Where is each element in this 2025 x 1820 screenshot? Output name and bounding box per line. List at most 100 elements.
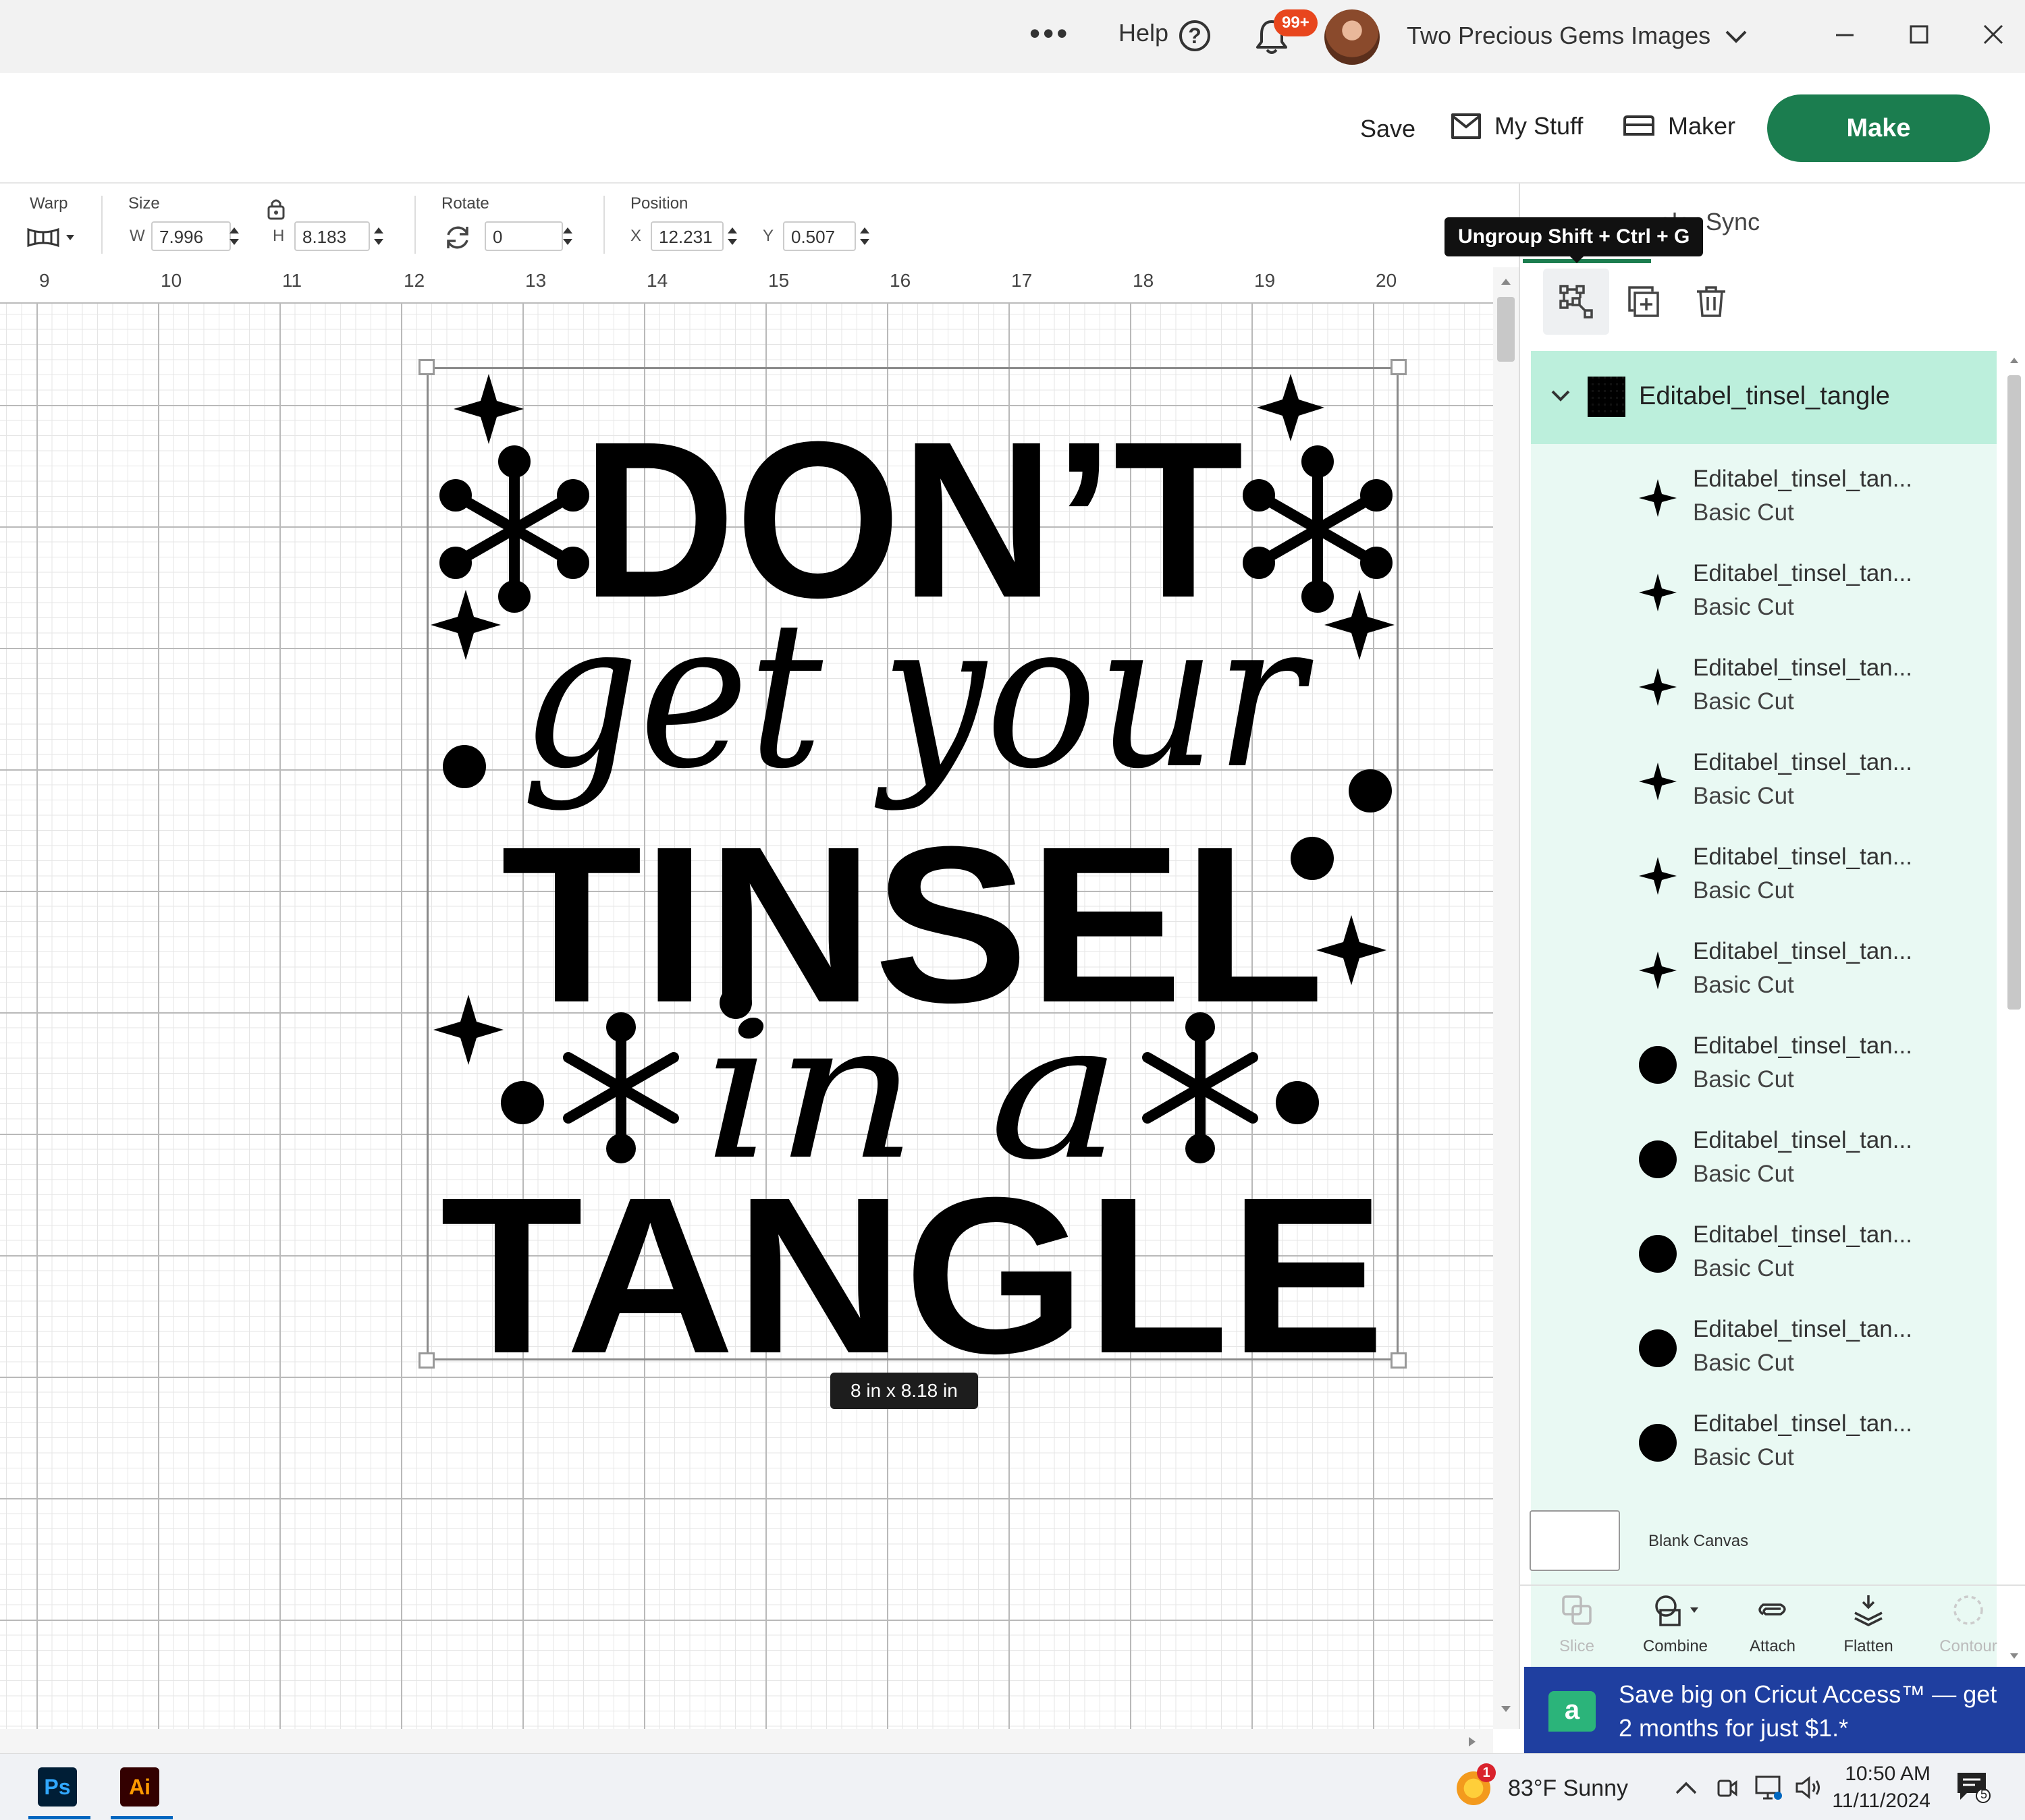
network-icon[interactable] — [1754, 1774, 1783, 1801]
duplicate-button[interactable] — [1611, 269, 1677, 335]
blank-canvas-swatch[interactable] — [1530, 1510, 1620, 1571]
flatten-label: Flatten — [1843, 1637, 1893, 1655]
layer-actions: Slice Combine Attach Flatten Contour — [1520, 1584, 2025, 1671]
resize-handle[interactable] — [1390, 1352, 1407, 1369]
layer-operation: Basic Cut — [1693, 877, 1794, 904]
machine-icon — [1623, 115, 1654, 136]
slice-label: Slice — [1559, 1637, 1595, 1655]
scroll-thumb[interactable] — [2007, 375, 2021, 1010]
scroll-thumb[interactable] — [1497, 297, 1515, 362]
photoshop-app[interactable]: Ps — [38, 1767, 77, 1807]
account-name[interactable]: Two Precious Gems Images — [1407, 22, 1710, 50]
maker-label: Maker — [1668, 112, 1736, 140]
resize-handle[interactable] — [418, 1352, 435, 1369]
illustrator-app[interactable]: Ai — [120, 1767, 159, 1807]
save-button[interactable]: Save — [1360, 115, 1415, 143]
volume-icon[interactable] — [1794, 1774, 1824, 1801]
circle-icon — [1639, 1424, 1677, 1462]
chevron-down-icon[interactable] — [1723, 23, 1750, 50]
layer-operation: Basic Cut — [1693, 1350, 1794, 1376]
slice-button[interactable]: Slice — [1530, 1593, 1624, 1656]
layer-row[interactable]: Editabel_tinsel_tan... Basic Cut — [1531, 545, 1997, 640]
layer-row[interactable]: Editabel_tinsel_tan... Basic Cut — [1531, 1112, 1997, 1207]
clock-date: 11/11/2024 — [1832, 1790, 1931, 1812]
canvas-horizontal-scrollbar[interactable] — [0, 1729, 1493, 1753]
scroll-down-icon[interactable] — [1500, 1705, 1512, 1714]
rotate-input[interactable]: 0 — [485, 221, 563, 251]
maker-button[interactable]: Maker — [1622, 112, 1735, 140]
edit-toolbar: Warp Size W 7.996 H 8.183 Rotate 0 Posit… — [0, 184, 1519, 267]
layer-row[interactable]: Editabel_tinsel_tan... Basic Cut — [1531, 451, 1997, 545]
layer-row[interactable]: Editabel_tinsel_tan... Basic Cut — [1531, 923, 1997, 1018]
layer-name: Editabel_tinsel_tan... — [1693, 560, 1912, 586]
rotate-stepper[interactable] — [559, 221, 576, 251]
height-input[interactable]: 8.183 — [294, 221, 370, 251]
group-name: Editabel_tinsel_tangle — [1639, 382, 1890, 410]
notification-center[interactable]: 5 — [1955, 1770, 1991, 1807]
layer-operation: Basic Cut — [1693, 972, 1794, 998]
ruler-tick: 17 — [1011, 270, 1033, 291]
width-stepper[interactable] — [225, 221, 243, 251]
scroll-up-icon[interactable] — [1500, 277, 1512, 286]
size-label: Size — [128, 194, 160, 213]
layer-row[interactable]: Editabel_tinsel_tan... Basic Cut — [1531, 1018, 1997, 1112]
avatar[interactable] — [1324, 9, 1380, 65]
layers-scrollbar[interactable] — [2003, 351, 2024, 1674]
combine-button[interactable]: Combine — [1628, 1593, 1723, 1656]
maximize-icon[interactable] — [1902, 18, 1936, 51]
selection-box — [427, 367, 1399, 1360]
scroll-up-icon[interactable] — [2009, 356, 2020, 364]
promo-text: Save big on Cricut Access™ — get 2 month… — [1619, 1680, 1997, 1742]
layer-row[interactable]: Editabel_tinsel_tan... Basic Cut — [1531, 829, 1997, 923]
circle-icon — [1639, 1046, 1677, 1084]
y-position-input[interactable]: 0.507 — [783, 221, 856, 251]
layer-operation: Basic Cut — [1693, 1255, 1794, 1281]
width-input[interactable]: 7.996 — [151, 221, 231, 251]
ruler-tick: 12 — [404, 270, 425, 291]
layer-operation: Basic Cut — [1693, 1444, 1794, 1470]
ruler-tick: 11 — [282, 270, 302, 291]
my-stuff-button[interactable]: My Stuff — [1450, 112, 1583, 140]
help-link[interactable]: Help — [1118, 19, 1168, 47]
layer-row[interactable]: Editabel_tinsel_tan... Basic Cut — [1531, 734, 1997, 829]
layer-row[interactable]: Editabel_tinsel_tan... Basic Cut — [1531, 1396, 1997, 1490]
delete-button[interactable] — [1678, 269, 1744, 335]
resize-handle[interactable] — [418, 359, 435, 375]
design-canvas[interactable]: DON’T get your TINSEL in a TANGLE 8 in x… — [0, 304, 1493, 1729]
x-stepper[interactable] — [724, 221, 741, 251]
weather-badge: 1 — [1477, 1763, 1496, 1782]
x-position-input[interactable]: 12.231 — [651, 221, 724, 251]
more-icon[interactable]: ••• — [1029, 15, 1070, 51]
ungroup-button[interactable] — [1543, 269, 1609, 335]
y-stepper[interactable] — [856, 221, 873, 251]
chevron-up-icon[interactable] — [1673, 1774, 1700, 1801]
meet-icon[interactable] — [1713, 1774, 1740, 1801]
layer-name: Editabel_tinsel_tan... — [1693, 1221, 1912, 1248]
canvas-vertical-scrollbar[interactable] — [1493, 267, 1519, 1729]
system-clock[interactable]: 10:50 AM 11/11/2024 — [1823, 1761, 1931, 1815]
promo-banner[interactable]: a Save big on Cricut Access™ — get 2 mon… — [1524, 1667, 2025, 1753]
attach-button[interactable]: Attach — [1725, 1593, 1820, 1656]
cricut-access-icon: a — [1548, 1691, 1596, 1732]
blank-canvas-label: Blank Canvas — [1648, 1532, 1749, 1550]
contour-button[interactable]: Contour — [1921, 1593, 2016, 1656]
duplicate-icon — [1628, 286, 1659, 317]
help-icon[interactable]: ? — [1179, 20, 1210, 51]
chevron-down-icon[interactable] — [1547, 382, 1574, 409]
layer-group[interactable]: Editabel_tinsel_tangle — [1531, 351, 1997, 444]
make-button[interactable]: Make — [1767, 94, 1990, 162]
height-stepper[interactable] — [370, 221, 387, 251]
warp-dropdown[interactable] — [27, 225, 81, 250]
layer-row[interactable]: Editabel_tinsel_tan... Basic Cut — [1531, 1301, 1997, 1396]
weather-text[interactable]: 83°F Sunny — [1508, 1775, 1628, 1802]
close-icon[interactable] — [1976, 18, 2010, 51]
flatten-button[interactable]: Flatten — [1821, 1593, 1916, 1656]
layer-name: Editabel_tinsel_tan... — [1693, 466, 1912, 492]
layer-row[interactable]: Editabel_tinsel_tan... Basic Cut — [1531, 640, 1997, 734]
scroll-right-icon[interactable] — [1467, 1736, 1477, 1748]
resize-handle[interactable] — [1390, 359, 1407, 375]
lock-icon[interactable] — [266, 197, 286, 220]
minimize-icon[interactable] — [1828, 18, 1862, 51]
layer-row[interactable]: Editabel_tinsel_tan... Basic Cut — [1531, 1207, 1997, 1301]
layers-list[interactable]: Editabel_tinsel_tangle Editabel_tinsel_t… — [1531, 351, 1997, 1674]
